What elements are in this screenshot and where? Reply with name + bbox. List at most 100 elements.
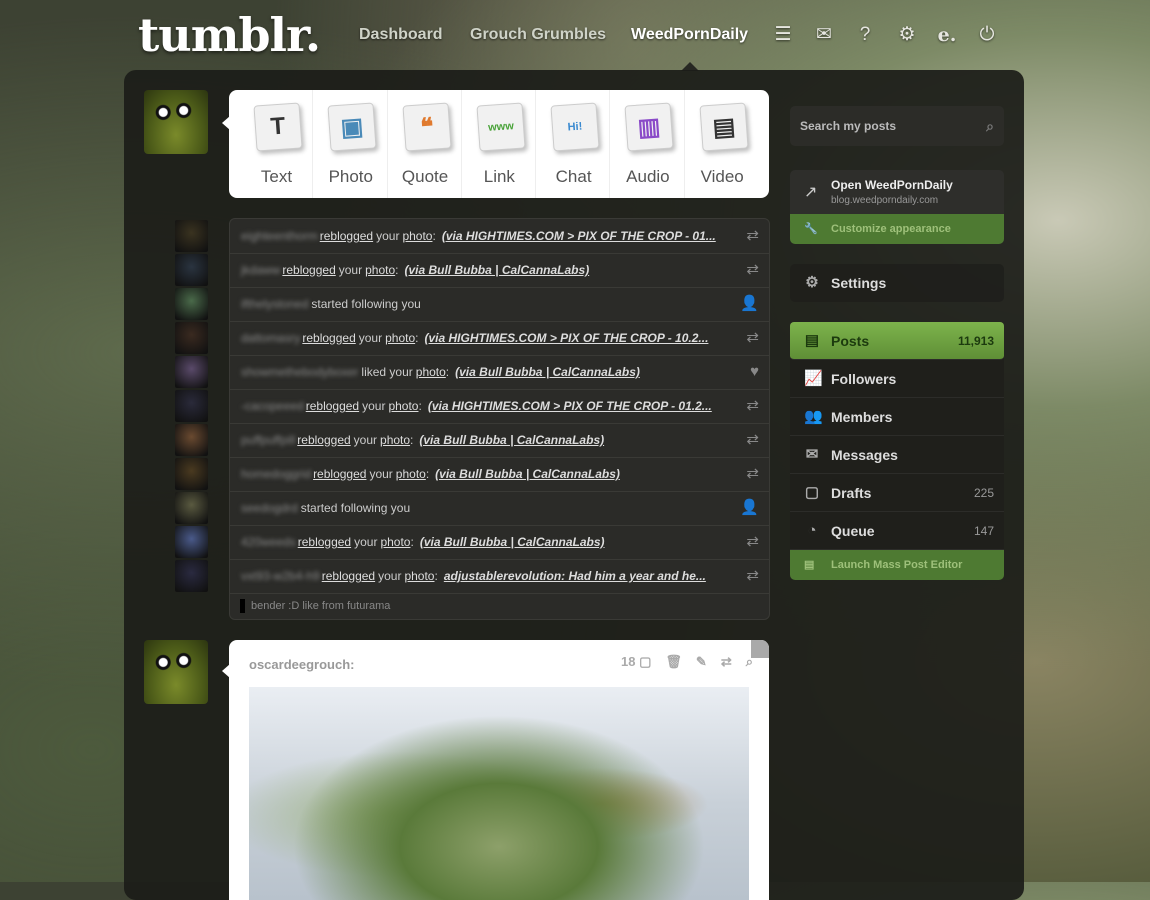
activity-photo-link[interactable]: photo xyxy=(396,467,426,481)
tumblr-logo[interactable]: tumblr. xyxy=(138,8,321,62)
activity-avatar[interactable] xyxy=(175,390,208,422)
activity-avatar[interactable] xyxy=(175,492,208,524)
reblog-icon[interactable]: ⇄ xyxy=(746,559,759,593)
nav-dashboard[interactable]: Dashboard xyxy=(359,26,443,44)
customize-appearance-button[interactable]: 🔧 Customize appearance xyxy=(790,214,1004,244)
activity-username[interactable]: ifthelystoned xyxy=(241,287,308,321)
activity-avatar[interactable] xyxy=(175,560,208,592)
reblog-icon[interactable]: ⇄ xyxy=(746,219,759,253)
activity-photo-link[interactable]: photo xyxy=(380,535,410,549)
e-icon[interactable]: e. xyxy=(935,23,959,47)
post-type-label: Video xyxy=(700,167,744,186)
follower-icon[interactable]: 👤 xyxy=(740,491,759,525)
reblog-icon[interactable]: ⇄ xyxy=(746,389,759,423)
activity-source-link[interactable]: (via Bull Bubba | CalCannaLabs) xyxy=(435,467,620,481)
reblog-icon[interactable]: ⇄ xyxy=(746,423,759,457)
post-type-video[interactable]: ▤ Video xyxy=(685,90,759,198)
post-type-quote[interactable]: ❝ Quote xyxy=(388,90,462,198)
reblog-icon[interactable]: ⇄ xyxy=(746,525,759,559)
post-username[interactable]: oscardeegrouch: xyxy=(249,657,354,672)
activity-source-link[interactable]: (via HIGHTIMES.COM > PIX OF THE CROP - 0… xyxy=(442,229,716,243)
activity-username[interactable]: dattomasry xyxy=(241,321,300,355)
activity-photo-link[interactable]: photo xyxy=(380,433,410,447)
activity-source-link[interactable]: adjustablerevolution: Had him a year and… xyxy=(444,569,706,583)
activity-username[interactable]: puffpuffpill xyxy=(241,423,295,457)
post-type-text[interactable]: T Text xyxy=(239,90,314,198)
sidebar-item-drafts[interactable]: ▢ Drafts 225 xyxy=(790,474,1004,512)
list-icon[interactable]: ☰ xyxy=(771,23,795,47)
activity-photo-link[interactable]: photo xyxy=(385,331,415,345)
sidebar-item-messages[interactable]: ✉ Messages xyxy=(790,436,1004,474)
help-icon[interactable]: ? xyxy=(853,23,877,47)
queue-icon: ◔ xyxy=(807,522,817,539)
activity-photo-link[interactable]: photo xyxy=(404,569,434,583)
activity-action[interactable]: reblogged xyxy=(282,263,335,277)
post-type-label: Photo xyxy=(328,167,373,186)
activity-avatar[interactable] xyxy=(175,458,208,490)
colon: : xyxy=(434,569,438,583)
mail-icon[interactable]: ✉ xyxy=(812,23,836,47)
reblog-icon[interactable]: ⇄ xyxy=(746,253,759,287)
activity-photo-link[interactable]: photo xyxy=(365,263,395,277)
activity-avatar[interactable] xyxy=(175,254,208,286)
activity-username[interactable]: homedoggrid xyxy=(241,457,311,491)
activity-username[interactable]: seedogdrd xyxy=(241,491,298,525)
heart-icon[interactable]: ♥ xyxy=(750,355,759,389)
activity-avatar[interactable] xyxy=(175,288,208,320)
gear-icon[interactable]: ⚙ xyxy=(895,23,919,47)
activity-action[interactable]: reblogged xyxy=(313,467,366,481)
post-type-audio[interactable]: ▥ Audio xyxy=(610,90,685,198)
activity-action[interactable]: reblogged xyxy=(302,331,355,345)
sidebar-item-queue[interactable]: ◔ Queue 147 xyxy=(790,512,1004,550)
activity-action[interactable]: reblogged xyxy=(322,569,375,583)
delete-icon[interactable]: 🗑 xyxy=(665,654,682,670)
post-type-link[interactable]: www Link xyxy=(462,90,537,198)
activity-source-link[interactable]: (via Bull Bubba | CalCannaLabs) xyxy=(420,535,605,549)
sidebar-item-followers[interactable]: 📈 Followers xyxy=(790,360,1004,398)
activity-photo-link[interactable]: photo xyxy=(388,399,418,413)
user-avatar[interactable] xyxy=(144,90,208,154)
notes-count[interactable]: 18 ▢ xyxy=(621,654,651,670)
post-type-photo[interactable]: ▣ Photo xyxy=(313,90,388,198)
reblog-icon[interactable]: ⇄ xyxy=(721,654,732,670)
activity-photo-link[interactable]: photo xyxy=(416,365,446,379)
activity-source-link[interactable]: (via HIGHTIMES.COM > PIX OF THE CROP - 0… xyxy=(428,399,712,413)
nav-grouch-grumbles[interactable]: Grouch Grumbles xyxy=(470,26,606,44)
open-blog-link[interactable]: ↗ Open WeedPornDaily blog.weedporndaily.… xyxy=(790,170,1004,214)
activity-action[interactable]: reblogged xyxy=(320,229,373,243)
reblog-icon[interactable]: ⇄ xyxy=(746,321,759,355)
activity-source-link[interactable]: (via HIGHTIMES.COM > PIX OF THE CROP - 1… xyxy=(424,331,708,345)
search-posts-input[interactable]: Search my posts ⌕ xyxy=(790,106,1004,146)
sidebar-item-posts[interactable]: ▤ Posts 11,913 xyxy=(790,322,1004,360)
activity-avatar[interactable] xyxy=(175,220,208,252)
activity-source-link[interactable]: (via Bull Bubba | CalCannaLabs) xyxy=(419,433,604,447)
activity-avatar[interactable] xyxy=(175,526,208,558)
activity-username[interactable]: jkdaww xyxy=(241,253,280,287)
sidebar-item-members[interactable]: 👥 Members xyxy=(790,398,1004,436)
activity-avatar[interactable] xyxy=(175,424,208,456)
nav-weedporndaily[interactable]: WeedPornDaily xyxy=(631,26,748,44)
activity-action[interactable]: reblogged xyxy=(306,399,359,413)
activity-username[interactable]: 420weeds xyxy=(241,525,296,559)
post-photo[interactable] xyxy=(249,687,749,900)
activity-username[interactable]: eighteenthorm xyxy=(241,219,318,253)
post-type-chat[interactable]: Hi! Chat xyxy=(536,90,611,198)
activity-source-link[interactable]: (via Bull Bubba | CalCannaLabs) xyxy=(455,365,640,379)
settings-link[interactable]: ⚙ Settings xyxy=(790,264,1004,302)
mass-post-editor-button[interactable]: ▤ Launch Mass Post Editor xyxy=(790,550,1004,580)
activity-avatar[interactable] xyxy=(175,356,208,388)
activity-username[interactable]: vxt93-w2b4-h9 xyxy=(241,559,320,593)
activity-action[interactable]: reblogged xyxy=(298,535,351,549)
reblog-icon[interactable]: ⇄ xyxy=(746,457,759,491)
activity-source-link[interactable]: (via Bull Bubba | CalCannaLabs) xyxy=(404,263,589,277)
post-author-avatar[interactable] xyxy=(144,640,208,704)
activity-action[interactable]: reblogged xyxy=(297,433,350,447)
search-icon[interactable]: ⌕ xyxy=(986,106,994,146)
activity-username[interactable]: showmethebodyboxer xyxy=(241,355,358,389)
activity-avatar[interactable] xyxy=(175,322,208,354)
follower-icon[interactable]: 👤 xyxy=(740,287,759,321)
power-icon[interactable]: ⏻ xyxy=(975,23,999,47)
edit-icon[interactable]: ✎ xyxy=(696,654,707,670)
activity-username[interactable]: -cacopeeed xyxy=(241,389,304,423)
activity-photo-link[interactable]: photo xyxy=(402,229,432,243)
